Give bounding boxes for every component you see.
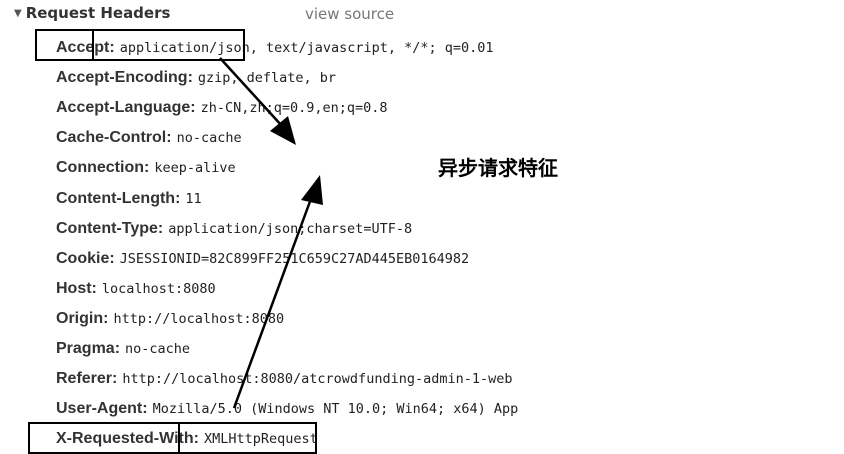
arrow-head-2 — [301, 175, 323, 205]
annotation-label: 异步请求特征 — [438, 156, 558, 180]
annotation-arrows — [219, 57, 323, 409]
arrow-line-2 — [232, 195, 314, 409]
arrow-head-1 — [270, 116, 296, 145]
arrow-line-1 — [219, 57, 283, 127]
